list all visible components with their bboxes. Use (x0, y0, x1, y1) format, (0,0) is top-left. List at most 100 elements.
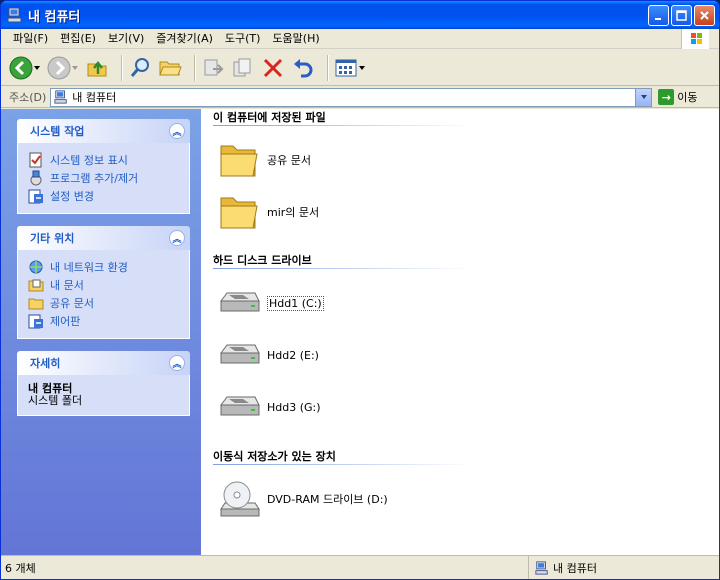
maximize-button[interactable] (671, 5, 692, 26)
sidebar-item-label: 내 문서 (50, 279, 84, 292)
close-icon (700, 11, 709, 20)
item-label: Hdd1 (C:) (267, 295, 324, 311)
sidebar-item-add-remove-programs[interactable]: 프로그램 추가/제거 (28, 169, 179, 187)
sidebar-item-label: 설정 변경 (50, 190, 94, 203)
maximize-icon (676, 10, 687, 21)
item-label: Hdd2 (E:) (267, 348, 319, 362)
status-count: 6 개체 (1, 556, 529, 579)
computer-icon (535, 560, 548, 575)
dvd-drive-icon (220, 481, 260, 517)
item-label: mir의 문서 (267, 206, 320, 219)
menu-bar: 파일(F) 편집(E) 보기(V) 즐겨찾기(A) 도구(T) 도움말(H) (1, 29, 719, 49)
title-bar[interactable]: 내 컴퓨터 (1, 1, 719, 29)
group-title: 이 컴퓨터에 저장된 파일 (213, 111, 326, 124)
up-folder-button[interactable] (85, 53, 109, 83)
sidebar-item-label: 프로그램 추가/제거 (50, 172, 139, 185)
panel-title: 기타 위치 (30, 232, 75, 245)
address-value: 내 컴퓨터 (72, 91, 117, 104)
sidebar-item-my-documents[interactable]: 내 문서 (28, 276, 179, 294)
task-pane: 시스템 작업 ︽ 시스템 정보 표시 프로그램 추가/제거 설정 변경 기타 위… (1, 109, 201, 555)
menu-edit[interactable]: 편집(E) (54, 30, 102, 48)
list-item[interactable]: Hdd3 (G:) (215, 387, 321, 427)
forward-arrow-icon (47, 56, 71, 79)
status-location-label: 내 컴퓨터 (553, 561, 597, 575)
sidebar-item-change-settings[interactable]: 설정 변경 (28, 187, 179, 205)
folder-icon (28, 298, 44, 310)
status-bar: 6 개체 내 컴퓨터 (1, 555, 719, 579)
copy-to-icon (233, 58, 251, 76)
move-to-icon (204, 59, 224, 75)
menu-favorites[interactable]: 즐겨찾기(A) (150, 30, 219, 48)
windows-logo-icon (681, 29, 709, 49)
views-button[interactable] (334, 53, 366, 83)
sidebar-item-network[interactable]: 내 네트워크 환경 (28, 258, 179, 276)
my-documents-icon (28, 279, 44, 292)
collapse-chevron-icon[interactable]: ︽ (169, 123, 185, 139)
go-label: 이동 (677, 91, 698, 104)
minimize-icon (654, 17, 661, 20)
other-places-panel: 기타 위치 ︽ 내 네트워크 환경 내 문서 공유 문서 제어판 (17, 226, 190, 339)
move-to-button[interactable] (201, 53, 225, 83)
list-item[interactable]: mir의 문서 (215, 192, 319, 232)
other-places-header[interactable]: 기타 위치 ︽ (17, 226, 190, 250)
removable-group: 이동식 저장소가 있는 장치 (213, 448, 473, 465)
add-remove-programs-icon (30, 170, 42, 186)
menu-file[interactable]: 파일(F) (7, 30, 54, 48)
sidebar-item-control-panel[interactable]: 제어판 (28, 312, 179, 330)
close-button[interactable] (694, 5, 715, 26)
group-title: 이동식 저장소가 있는 장치 (213, 450, 336, 463)
folder-icon (220, 145, 258, 177)
system-info-icon (29, 152, 42, 168)
back-button[interactable] (9, 53, 41, 83)
panel-title: 시스템 작업 (30, 125, 85, 138)
toolbar-separator (194, 54, 195, 81)
hard-drive-icon (220, 344, 260, 364)
copy-to-button[interactable] (231, 53, 255, 83)
collapse-chevron-icon[interactable]: ︽ (169, 355, 185, 371)
chevron-down-icon (640, 95, 647, 99)
folder-icon (220, 197, 258, 229)
group-title: 하드 디스크 드라이브 (213, 254, 312, 267)
address-dropdown-button[interactable] (635, 88, 652, 106)
search-button[interactable] (128, 53, 152, 83)
toolbar-separator (121, 54, 122, 81)
delete-button[interactable] (261, 53, 285, 83)
chevron-down-icon (34, 65, 40, 70)
menu-help[interactable]: 도움말(H) (266, 30, 325, 48)
control-panel-icon (28, 314, 43, 329)
sidebar-item-shared-documents[interactable]: 공유 문서 (28, 294, 179, 312)
details-header[interactable]: 자세히 ︽ (17, 351, 190, 375)
list-item[interactable]: 공유 문서 (215, 140, 311, 180)
address-input[interactable]: 내 컴퓨터 (50, 87, 653, 107)
panel-title: 자세히 (30, 357, 61, 370)
sidebar-item-system-info[interactable]: 시스템 정보 표시 (28, 151, 179, 169)
minimize-button[interactable] (648, 5, 669, 26)
details-type: 시스템 폴더 (28, 394, 83, 407)
explorer-window: 내 컴퓨터 파일(F) 편집(E) 보기(V) 즐겨찾기(A) 도구(T) 도움… (0, 0, 720, 580)
list-item[interactable]: DVD-RAM 드라이브 (D:) (215, 479, 388, 519)
control-panel-icon (28, 189, 43, 204)
file-view: 이 컴퓨터에 저장된 파일 공유 문서 mir의 문서 하드 디스크 드라이브 … (201, 109, 719, 555)
menu-tools[interactable]: 도구(T) (219, 30, 267, 48)
forward-button[interactable] (47, 53, 79, 83)
sidebar-item-label: 제어판 (50, 315, 81, 328)
folders-button[interactable] (158, 53, 182, 83)
delete-x-icon (263, 58, 283, 77)
computer-icon (54, 90, 67, 104)
back-arrow-icon (9, 56, 33, 79)
undo-button[interactable] (291, 53, 315, 83)
collapse-chevron-icon[interactable]: ︽ (169, 230, 185, 246)
go-arrow-icon: → (658, 89, 675, 105)
system-tasks-header[interactable]: 시스템 작업 ︽ (17, 119, 190, 143)
item-label: Hdd3 (G:) (267, 400, 321, 414)
item-label: DVD-RAM 드라이브 (D:) (267, 493, 388, 506)
undo-icon (294, 58, 313, 77)
system-tasks-panel: 시스템 작업 ︽ 시스템 정보 표시 프로그램 추가/제거 설정 변경 (17, 119, 190, 214)
up-folder-icon (87, 60, 107, 76)
list-item[interactable]: Hdd1 (C:) (215, 283, 324, 323)
chevron-down-icon (72, 65, 78, 70)
menu-view[interactable]: 보기(V) (102, 30, 150, 48)
go-button[interactable]: → 이동 (658, 89, 698, 105)
list-item[interactable]: Hdd2 (E:) (215, 335, 319, 375)
folder-icon (159, 61, 182, 75)
